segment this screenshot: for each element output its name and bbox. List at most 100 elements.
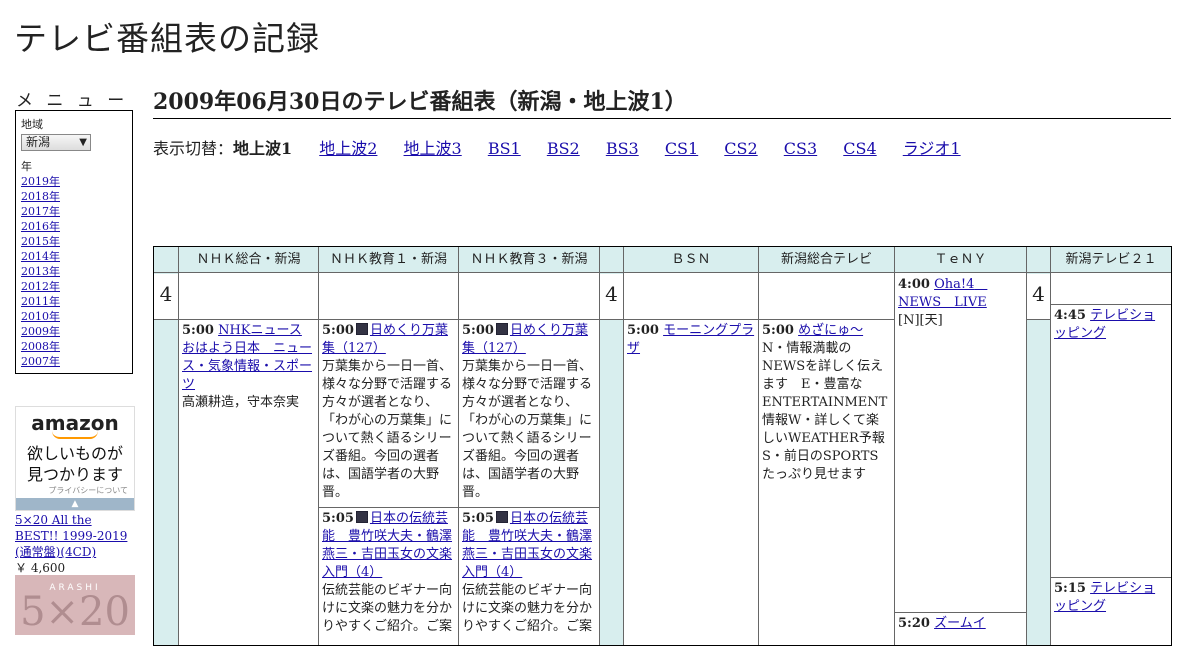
program-cell: 5:00 モーニングプラザ — [624, 320, 758, 645]
program-desc: 伝統芸能のビギナー向けに文楽の魅力を分かりやすくご紹介。ご案 — [322, 583, 453, 634]
switch-link[interactable]: CS4 — [843, 139, 876, 158]
year-link[interactable]: 2019年 — [21, 174, 127, 189]
switch-current: 地上波1 — [233, 139, 293, 158]
product-info: 5×20 All the BEST!! 1999-2019 (通常盤)(4CD)… — [15, 512, 135, 576]
program-cell: 5:00 めざにゅ～ N・情報満載のNEWSを詳しく伝えます E・豊富なENTE… — [759, 320, 894, 645]
year-link[interactable]: 2012年 — [21, 279, 127, 294]
switch-link[interactable]: CS3 — [784, 139, 817, 158]
ad-copy-line: 欲しいものが — [26, 444, 123, 463]
program-cell: 4:00 Oha!4 NEWS LIVE [N][天] — [895, 274, 1026, 613]
year-link[interactable]: 2016年 — [21, 219, 127, 234]
program-cell: 4:45 テレビショッピング — [1051, 305, 1171, 578]
amazon-ad[interactable]: amazon 欲しいものが 見つかります プライバシーについて ▲ — [15, 406, 135, 511]
program-time: 5:00 — [762, 323, 794, 338]
ad-copy: 欲しいものが 見つかります — [16, 443, 134, 485]
program-time: 4:45 — [1054, 308, 1086, 323]
year-link[interactable]: 2017年 — [21, 204, 127, 219]
channel-header: ＴｅＮＹ — [895, 247, 1026, 273]
program-time: 4:00 — [898, 277, 930, 292]
channel-header: ＮＨＫ教育３・新潟 — [459, 247, 599, 273]
program-cell: 5:00 日めくり万葉集（127） 万葉集から一日一首、様々な分野で活躍する方々が… — [459, 320, 599, 508]
data-broadcast-icon — [495, 323, 508, 335]
product-title-link[interactable]: 5×20 All the BEST!! 1999-2019 (通常盤)(4CD) — [15, 512, 135, 560]
program-desc: [N][天] — [898, 313, 943, 328]
program-desc: 万葉集から一日一首、様々な分野で活躍する方々が選者となり、「わが心の万葉集」につ… — [462, 359, 593, 500]
year-link[interactable]: 2009年 — [21, 324, 127, 339]
program-desc: N・情報満載のNEWSを詳しく伝えます E・豊富なENTERTAINMENT情報… — [762, 341, 894, 482]
year-link[interactable]: 2010年 — [21, 309, 127, 324]
hour-column: 4 — [1027, 247, 1051, 645]
schedule-grid: 4 ＮＨＫ総合・新潟 5:00 NHKニュース おはよう日本 ニュース・気象情報… — [153, 246, 1172, 646]
empty-slot — [1051, 274, 1171, 305]
chevron-down-icon: ▼ — [79, 137, 87, 148]
program-time: 5:00 — [462, 323, 494, 338]
year-link[interactable]: 2013年 — [21, 264, 127, 279]
product-image[interactable]: ARASHI 5×20 — [15, 575, 135, 635]
site-title: テレビ番組表の記録 — [14, 19, 320, 58]
switch-link[interactable]: BS3 — [606, 139, 639, 158]
hour-column-header — [600, 247, 623, 273]
channel-column-nhk-edu1: ＮＨＫ教育１・新潟 5:00 日めくり万葉集（127） 万葉集から一日一首、様々な… — [319, 247, 459, 645]
region-select[interactable]: 新潟 ▼ — [21, 134, 91, 151]
amazon-logo: amazon — [31, 411, 119, 435]
program-title-link[interactable]: めざにゅ～ — [798, 323, 863, 338]
channel-column-ux: 新潟テレビ２１ 4:45 テレビショッピング 5:15 テレビショッピング — [1051, 247, 1171, 645]
year-link[interactable]: 2008年 — [21, 339, 127, 354]
channel-column-teny: ＴｅＮＹ 4:00 Oha!4 NEWS LIVE [N][天] 5:20 ズー… — [895, 247, 1027, 645]
switch-link[interactable]: ラジオ1 — [903, 139, 961, 158]
empty-slot — [759, 274, 894, 320]
program-time: 5:20 — [898, 616, 930, 631]
channel-header: 新潟テレビ２１ — [1051, 247, 1171, 273]
menu-box: 地域 新潟 ▼ 年 2019年 2018年 2017年 2016年 2015年 … — [15, 110, 133, 374]
menu-heading: メ ニ ュ ー — [16, 91, 129, 111]
year-link[interactable]: 2011年 — [21, 294, 127, 309]
hour-label: 4 — [600, 274, 623, 320]
hour-column-header — [1027, 247, 1050, 273]
caption-icon — [495, 511, 508, 523]
ad-expand-handle[interactable]: ▲ — [16, 498, 134, 510]
program-cell: 5:00 日めくり万葉集（127） 万葉集から一日一首、様々な分野で活躍する方々が… — [319, 320, 458, 508]
channel-column-bsn: ＢＳＮ 5:00 モーニングプラザ — [624, 247, 759, 645]
hour-label: 4 — [154, 274, 178, 320]
ad-privacy-link[interactable]: プライバシーについて — [16, 485, 134, 496]
switch-link[interactable]: BS2 — [547, 139, 580, 158]
program-cell: 5:05 日本の伝統芸能 豊竹咲大夫・鶴澤燕三・吉田玉女の文楽入門（4） 伝統芸能… — [459, 508, 599, 645]
program-time: 5:00 — [627, 323, 659, 338]
program-desc: 高瀬耕造，守本奈実 — [182, 395, 300, 410]
region-label: 地域 — [21, 118, 43, 131]
program-cell: 5:00 NHKニュース おはよう日本 ニュース・気象情報・スポーツ 高瀬耕造，… — [179, 320, 318, 645]
program-desc: 伝統芸能のビギナー向けに文楽の魅力を分かりやすくご紹介。ご案 — [462, 583, 593, 634]
program-time: 5:05 — [322, 511, 354, 526]
empty-slot — [179, 274, 318, 320]
year-link[interactable]: 2018年 — [21, 189, 127, 204]
program-desc: 万葉集から一日一首、様々な分野で活躍する方々が選者となり、「わが心の万葉集」につ… — [322, 359, 453, 500]
region-select-value: 新潟 — [26, 135, 51, 149]
channel-column-nhk-edu3: ＮＨＫ教育３・新潟 5:00 日めくり万葉集（127） 万葉集から一日一首、様々な… — [459, 247, 600, 645]
year-link[interactable]: 2015年 — [21, 234, 127, 249]
switch-link[interactable]: 地上波3 — [404, 139, 462, 158]
ad-copy-line: 見つかります — [26, 465, 123, 484]
program-time: 5:15 — [1054, 581, 1086, 596]
channel-header: ＢＳＮ — [624, 247, 758, 273]
switch-link[interactable]: BS1 — [488, 139, 521, 158]
channel-column-nst: 新潟総合テレビ 5:00 めざにゅ～ N・情報満載のNEWSを詳しく伝えます E… — [759, 247, 895, 645]
year-label: 年 — [21, 160, 32, 173]
empty-slot — [624, 274, 758, 320]
product-image-title: 5×20 — [20, 589, 130, 635]
program-title-link[interactable]: ズームイ — [934, 616, 986, 631]
program-cell: 5:15 テレビショッピング — [1051, 578, 1171, 645]
program-time: 5:05 — [462, 511, 494, 526]
switch-link[interactable]: CS1 — [665, 139, 698, 158]
year-link[interactable]: 2014年 — [21, 249, 127, 264]
program-time: 5:00 — [182, 323, 214, 338]
year-link[interactable]: 2007年 — [21, 354, 127, 369]
hour-column: 4 — [600, 247, 624, 645]
empty-slot — [459, 274, 599, 320]
caption-icon — [355, 511, 368, 523]
channel-column-nhk-sogo: ＮＨＫ総合・新潟 5:00 NHKニュース おはよう日本 ニュース・気象情報・ス… — [179, 247, 319, 645]
hour-column-header — [154, 247, 178, 273]
switch-link[interactable]: 地上波2 — [319, 139, 377, 158]
hour-label: 4 — [1027, 274, 1050, 320]
product-price: ￥ 4,600 — [15, 561, 66, 575]
switch-link[interactable]: CS2 — [724, 139, 757, 158]
